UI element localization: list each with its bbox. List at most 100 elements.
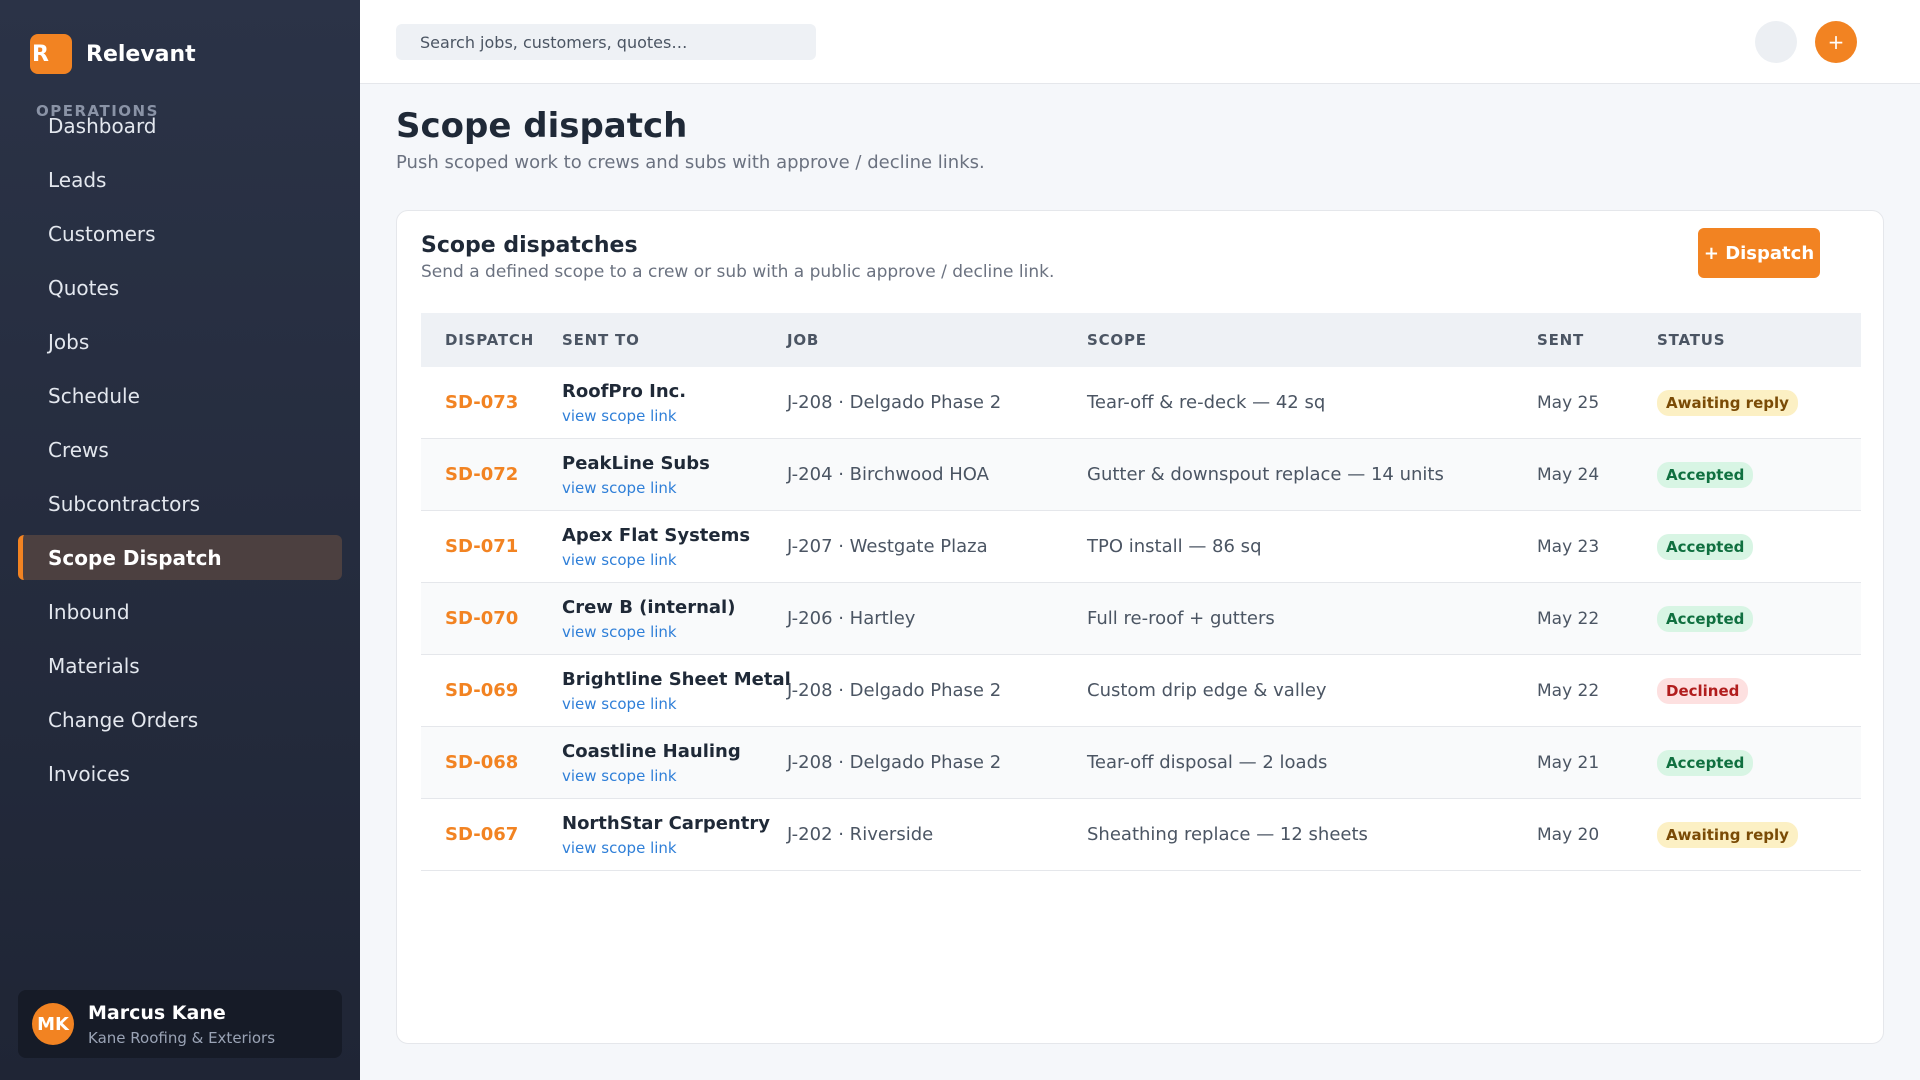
job-cell: J-208 · Delgado Phase 2 [787, 752, 1002, 773]
view-scope-link[interactable]: view scope link [562, 551, 677, 569]
sidebar-item-invoices[interactable]: Invoices [18, 751, 342, 796]
status-cell: Accepted [1657, 533, 1861, 560]
status-cell: Accepted [1657, 605, 1861, 632]
user-name: Marcus Kane [88, 1001, 226, 1024]
dispatch-id-link[interactable]: SD-073 [445, 392, 518, 413]
sent-to-cell: Coastline Hauling view scope link [562, 741, 787, 785]
sidebar: R Relevant OPERATIONS Dashboard Leads Cust… [0, 0, 360, 1080]
table-row[interactable]: SD-071 Apex Flat Systems view scope link J-… [421, 511, 1861, 583]
user-org: Kane Roofing & Exteriors [88, 1028, 276, 1047]
dispatch-id-link[interactable]: SD-071 [445, 536, 518, 557]
sent-to-cell: Brightline Sheet Metal view scope link [562, 669, 791, 713]
sidebar-item-inbound[interactable]: Inbound [18, 589, 342, 634]
table-header: DISPATCH SENT TO JOB SCOPE SENT STATUS [421, 313, 1861, 367]
scope-cell: Custom drip edge & valley [1087, 680, 1327, 701]
brand-logo-icon: R [30, 34, 72, 74]
status-cell: Accepted [1657, 461, 1861, 488]
view-scope-link[interactable]: view scope link [562, 839, 677, 857]
column-header-scope[interactable]: SCOPE [1087, 331, 1537, 349]
dispatch-id-link[interactable]: SD-072 [445, 464, 518, 485]
sent-date-cell: May 20 [1537, 824, 1600, 845]
dispatch-cell: SD-067 [421, 824, 562, 845]
sidebar-item-label: Schedule [48, 383, 140, 408]
dispatch-cell: SD-069 [421, 680, 562, 701]
sent-date-cell: May 22 [1537, 608, 1600, 629]
table-row[interactable]: SD-073 RoofPro Inc. view scope link J-208 ·… [421, 367, 1861, 439]
sidebar-item-label: Inbound [48, 599, 130, 624]
main-content: + Scope dispatch Push scoped work to cre… [360, 0, 1920, 1080]
column-header-status[interactable]: STATUS [1657, 331, 1861, 349]
sidebar-item-schedule[interactable]: Schedule [18, 373, 342, 418]
table-body: SD-073 RoofPro Inc. view scope link J-208 ·… [421, 367, 1861, 871]
sidebar-nav: Dashboard Leads Customers Quotes Jobs Schedul… [18, 103, 342, 805]
dispatch-card: Scope dispatches Send a defined scope to… [396, 210, 1884, 1044]
topbar: + [360, 0, 1920, 84]
sidebar-item-label: Invoices [48, 761, 130, 786]
column-header-sent[interactable]: SENT [1537, 331, 1657, 349]
sent-to-cell: Apex Flat Systems view scope link [562, 525, 787, 569]
sent-date-cell: May 22 [1537, 680, 1600, 701]
sidebar-item-change-orders[interactable]: Change Orders [18, 697, 342, 742]
job-cell: J-208 · Delgado Phase 2 [787, 392, 1002, 413]
dispatch-id-link[interactable]: SD-069 [445, 680, 518, 701]
sidebar-item-label: Jobs [48, 329, 90, 354]
column-header-sent-to[interactable]: SENT TO [562, 331, 787, 349]
notifications-button[interactable] [1755, 21, 1797, 63]
view-scope-link[interactable]: view scope link [562, 695, 677, 713]
recipient-name: Apex Flat Systems [562, 524, 751, 546]
status-badge: Declined [1657, 677, 1749, 704]
dispatch-cell: SD-071 [421, 536, 562, 557]
user-card[interactable]: MK Marcus Kane Kane Roofing & Exteriors [18, 990, 342, 1058]
sidebar-item-label: Quotes [48, 275, 120, 300]
view-scope-link[interactable]: view scope link [562, 407, 677, 425]
dispatch-id-link[interactable]: SD-068 [445, 752, 518, 773]
brand-name: Relevant [86, 41, 196, 67]
column-header-dispatch[interactable]: DISPATCH [421, 331, 562, 349]
job-cell: J-207 · Westgate Plaza [787, 536, 988, 557]
sidebar-item-leads[interactable]: Leads [18, 157, 342, 202]
table-row[interactable]: SD-068 Coastline Hauling view scope link J-… [421, 727, 1861, 799]
table-row[interactable]: SD-067 NorthStar Carpentry view scope link… [421, 799, 1861, 871]
table-row[interactable]: SD-069 Brightline Sheet Metal view scope l… [421, 655, 1861, 727]
status-badge: Accepted [1657, 461, 1754, 488]
sidebar-item-crews[interactable]: Crews [18, 427, 342, 472]
new-dispatch-button[interactable]: + Dispatch [1698, 228, 1820, 278]
quick-add-button[interactable]: + [1815, 21, 1857, 63]
brand[interactable]: R Relevant [30, 34, 196, 74]
dispatch-id-link[interactable]: SD-067 [445, 824, 518, 845]
sidebar-item-scope-dispatch[interactable]: Scope Dispatch [18, 535, 342, 580]
sent-to-cell: NorthStar Carpentry view scope link [562, 813, 787, 857]
app-root: R Relevant OPERATIONS Dashboard Leads Cust… [0, 0, 1920, 1080]
status-badge: Accepted [1657, 605, 1754, 632]
sidebar-item-label: Leads [48, 167, 107, 192]
job-cell: J-204 · Birchwood HOA [787, 464, 989, 485]
sent-date-cell: May 24 [1537, 464, 1600, 485]
sidebar-item-dashboard[interactable]: Dashboard [18, 103, 342, 148]
view-scope-link[interactable]: view scope link [562, 767, 677, 785]
sidebar-item-jobs[interactable]: Jobs [18, 319, 342, 364]
recipient-name: Crew B (internal) [562, 596, 736, 618]
sidebar-item-label: Crews [48, 437, 109, 462]
sidebar-item-label: Materials [48, 653, 140, 678]
job-cell: J-202 · Riverside [787, 824, 934, 845]
scope-cell: Tear-off disposal — 2 loads [1087, 752, 1328, 773]
search-input[interactable] [396, 24, 816, 60]
sent-date-cell: May 25 [1537, 392, 1600, 413]
status-cell: Awaiting reply [1657, 821, 1861, 848]
sidebar-item-quotes[interactable]: Quotes [18, 265, 342, 310]
scope-cell: TPO install — 86 sq [1087, 536, 1262, 557]
dispatch-id-link[interactable]: SD-070 [445, 608, 518, 629]
sidebar-item-materials[interactable]: Materials [18, 643, 342, 688]
table-row[interactable]: SD-070 Crew B (internal) view scope link J-… [421, 583, 1861, 655]
column-header-job[interactable]: JOB [787, 331, 1087, 349]
view-scope-link[interactable]: view scope link [562, 479, 677, 497]
scope-cell: Sheathing replace — 12 sheets [1087, 824, 1368, 845]
sidebar-item-customers[interactable]: Customers [18, 211, 342, 256]
sidebar-item-subcontractors[interactable]: Subcontractors [18, 481, 342, 526]
recipient-name: RoofPro Inc. [562, 380, 687, 402]
card-subtitle: Send a defined scope to a crew or sub wi… [421, 262, 1055, 282]
view-scope-link[interactable]: view scope link [562, 623, 677, 641]
dispatch-cell: SD-073 [421, 392, 562, 413]
table-row[interactable]: SD-072 PeakLine Subs view scope link J-204 … [421, 439, 1861, 511]
sent-date-cell: May 23 [1537, 536, 1600, 557]
